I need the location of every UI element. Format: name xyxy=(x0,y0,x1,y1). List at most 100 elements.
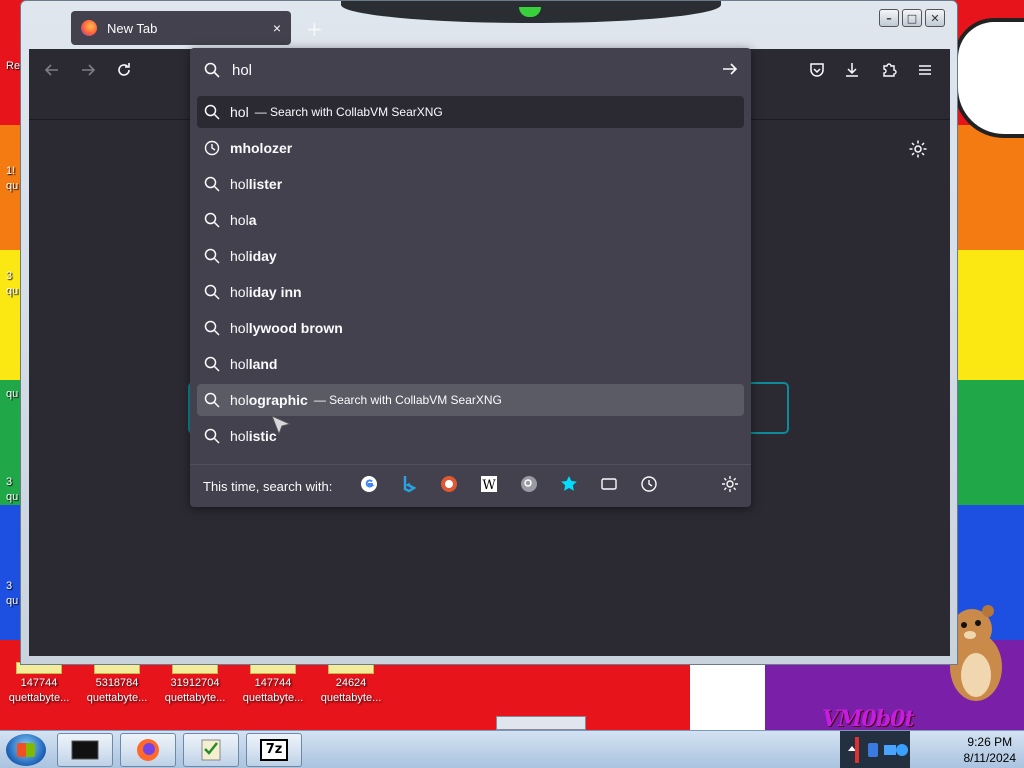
suggestion-search-engine-hint: — Search with CollabVM SearXNG xyxy=(254,105,443,119)
firefox-icon xyxy=(137,739,159,761)
duckduckgo-icon[interactable] xyxy=(440,475,458,493)
history-icon[interactable] xyxy=(640,475,658,493)
search-icon xyxy=(204,62,220,78)
tray-icons xyxy=(848,737,908,763)
go-arrow-icon[interactable] xyxy=(721,60,739,78)
suggestion-row[interactable]: hol lister xyxy=(197,168,744,200)
file-name: quettabyte... xyxy=(86,692,148,704)
search-icon xyxy=(204,284,220,300)
desktop-edge-text: qu xyxy=(6,388,19,400)
clock-time: 9:26 PM xyxy=(967,735,1013,749)
urlbar-popup: hol hol — Search with CollabVM SearXNG mho… xyxy=(190,48,751,507)
suggestion-completion-text: iday inn xyxy=(248,284,302,300)
desktop-edge-text: qu xyxy=(6,180,19,192)
search-icon xyxy=(204,176,220,192)
downloads-icon[interactable] xyxy=(843,61,861,79)
desktop-file-icon[interactable]: 5318784 quettabyte... xyxy=(78,662,156,706)
search-icon xyxy=(204,248,220,264)
search-icon xyxy=(204,320,220,336)
start-button[interactable] xyxy=(6,734,46,766)
tab-close-button[interactable]: × xyxy=(273,20,281,36)
bookmarks-icon[interactable] xyxy=(560,475,578,493)
desktop-file-icon[interactable]: 24624 quettabyte... xyxy=(312,662,390,706)
suggestion-row[interactable]: hol — Search with CollabVM SearXNG xyxy=(197,96,744,128)
suggestion-typed-text: hol xyxy=(230,428,249,444)
svg-text:W: W xyxy=(482,478,496,493)
google-icon[interactable] xyxy=(360,475,378,493)
search-icon xyxy=(204,212,220,228)
windows-logo-icon xyxy=(17,743,35,757)
search-icon xyxy=(204,392,220,408)
suggestion-row[interactable]: hol ographic — Search with CollabVM SearXN… xyxy=(197,384,744,416)
window-caption-buttons: – □ ✕ xyxy=(879,9,945,27)
searxng-icon[interactable] xyxy=(520,475,538,493)
new-tab-button[interactable]: + xyxy=(306,17,323,41)
suggestion-completion-text: land xyxy=(248,356,278,372)
notification-area-icons[interactable] xyxy=(840,731,910,768)
close-button[interactable]: ✕ xyxy=(925,9,945,27)
file-size: 31912704 xyxy=(170,677,220,689)
desktop-edge-text: Re xyxy=(6,60,21,72)
desktop-file-icon[interactable]: 147744 quettabyte... xyxy=(234,662,312,706)
search-settings-gear-icon[interactable] xyxy=(721,475,739,493)
desktop-edge-text: 1! xyxy=(6,165,16,177)
suggestion-row[interactable]: hol a xyxy=(197,204,744,236)
suggestion-typed-text: hol xyxy=(230,320,249,336)
desktop-file-icon[interactable]: 31912704 quettabyte... xyxy=(156,662,234,706)
search-icon xyxy=(204,356,220,372)
desktop-file-icon[interactable]: 147744 quettabyte... xyxy=(0,662,78,706)
back-icon[interactable] xyxy=(43,61,61,79)
file-size: 24624 xyxy=(335,677,367,689)
suggestion-completion-text: lister xyxy=(248,176,283,192)
file-name: quettabyte... xyxy=(164,692,226,704)
reload-icon[interactable] xyxy=(115,61,133,79)
suggestion-completion-text: mholozer xyxy=(230,140,293,156)
pocket-icon[interactable] xyxy=(808,61,826,79)
file-name: quettabyte... xyxy=(320,692,382,704)
suggestion-completion-text: iday xyxy=(248,248,277,264)
desktop-edge-text: 3 xyxy=(6,476,13,488)
suggestion-row[interactable]: hol lywood brown xyxy=(197,312,744,344)
file-size: 5318784 xyxy=(95,677,139,689)
suggestion-typed-text: hol xyxy=(230,212,249,228)
one-off-search-bar: This time, search with: xyxy=(190,464,751,507)
maximize-button[interactable]: □ xyxy=(902,9,922,27)
suggestion-typed-text: hol xyxy=(230,104,249,120)
desktop-edge-text: 3 xyxy=(6,270,13,282)
suggestion-row[interactable]: hol iday xyxy=(197,240,744,272)
taskbar-app-7zip[interactable]: 7z xyxy=(246,733,302,767)
menu-icon[interactable] xyxy=(916,61,934,79)
search-icon xyxy=(204,428,220,444)
suggestion-typed-text: hol xyxy=(230,284,249,300)
suggestion-row[interactable]: mholozer xyxy=(197,132,744,164)
clock-date: 8/11/2024 xyxy=(963,751,1017,765)
file-name: quettabyte... xyxy=(242,692,304,704)
tabs-icon[interactable] xyxy=(600,475,618,493)
address-bar[interactable]: hol xyxy=(190,48,751,92)
checklist-icon xyxy=(201,739,221,761)
page-settings-gear-icon[interactable] xyxy=(908,139,928,159)
bing-icon[interactable] xyxy=(400,475,418,493)
history-icon xyxy=(204,140,220,156)
suggestion-typed-text: hol xyxy=(230,176,249,192)
desktop-edge-text: 3 xyxy=(6,580,13,592)
extensions-icon[interactable] xyxy=(880,61,898,79)
taskbar-app-terminal[interactable] xyxy=(57,733,113,767)
forward-icon[interactable] xyxy=(79,61,97,79)
system-clock[interactable]: 9:26 PM 8/11/2024 xyxy=(964,734,1017,766)
suggestion-typed-text: hol xyxy=(230,356,249,372)
tab-new-tab[interactable]: New Tab × xyxy=(71,11,291,45)
address-input-value[interactable]: hol xyxy=(232,62,252,79)
suggestion-row[interactable]: hol iday inn xyxy=(197,276,744,308)
suggestion-completion-text: lywood brown xyxy=(248,320,343,336)
background-window[interactable] xyxy=(496,716,586,730)
suggestion-typed-text: hol xyxy=(230,248,249,264)
suggestion-row[interactable]: hol land xyxy=(197,348,744,380)
suggestion-completion-text: ographic xyxy=(248,392,308,408)
wikipedia-icon[interactable]: W xyxy=(480,475,498,493)
taskbar-app-checklist[interactable] xyxy=(183,733,239,767)
taskbar-app-firefox[interactable] xyxy=(120,733,176,767)
taskbar: 7z 9:26 PM 8/11/2024 xyxy=(0,730,1024,768)
mouse-cursor xyxy=(271,415,292,436)
minimize-button[interactable]: – xyxy=(879,9,899,27)
